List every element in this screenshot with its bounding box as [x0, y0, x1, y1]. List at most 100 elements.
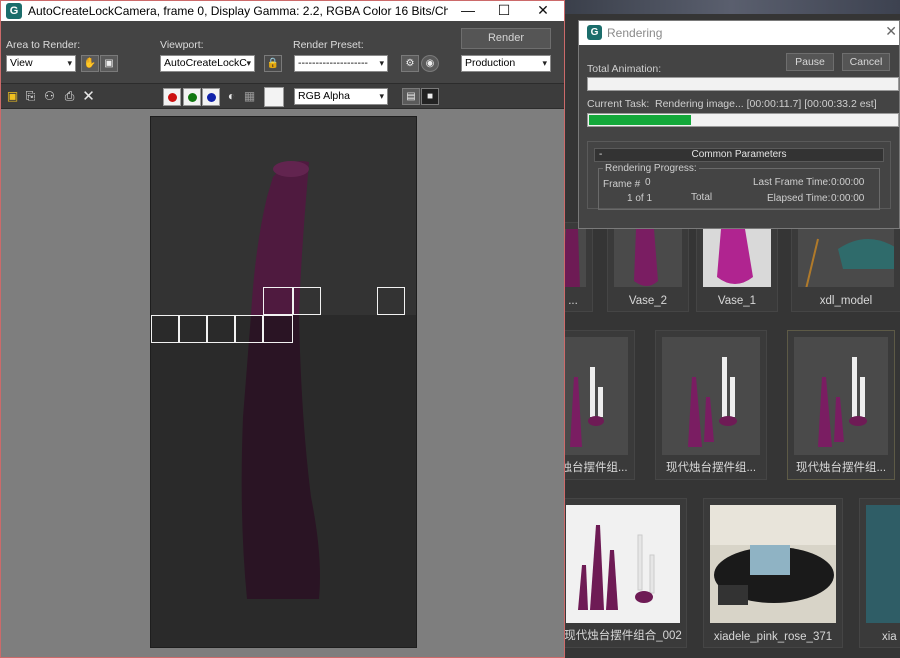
chevron-down-icon: ▾ — [379, 91, 384, 101]
current-task-progress — [587, 113, 899, 127]
render-window-title: AutoCreateLockCamera, frame 0, Display G… — [28, 4, 448, 18]
chevron-down-icon: ▾ — [379, 58, 384, 68]
maximize-button[interactable]: ☐ — [486, 1, 522, 21]
asset-preview — [798, 229, 894, 287]
minimize-button[interactable]: — — [450, 1, 486, 21]
asset-caption: xdl_model — [819, 295, 873, 307]
green-channel-toggle[interactable] — [183, 88, 201, 106]
close-button[interactable]: ✕ — [525, 1, 561, 21]
last-frame-time-label: Last Frame Time: — [753, 177, 831, 188]
render-setup-icon[interactable]: ⚙ — [401, 55, 419, 72]
asset-caption: 现代烛台摆件组... — [665, 462, 757, 474]
common-parameters-rollout: - Common Parameters Rendering Progress: … — [587, 141, 891, 210]
asset-thumbnail[interactable]: Vase_1 — [696, 222, 778, 312]
clone-icon[interactable]: ⚇ — [42, 89, 57, 104]
current-task-value: Rendering image... [00:00:11.7] [00:00:3… — [655, 98, 877, 110]
asset-caption: Vase_2 — [628, 295, 668, 307]
rendering-progress-group: Rendering Progress: Frame # 0 1 of 1 Tot… — [598, 163, 880, 210]
asset-preview — [703, 229, 771, 287]
asset-preview — [566, 505, 680, 623]
asset-caption: xiadele_pink_rose_371 — [713, 631, 833, 643]
print-icon[interactable]: ⎙ — [62, 89, 77, 104]
rendered-image — [151, 117, 416, 647]
render-button[interactable]: Render — [461, 28, 551, 49]
auto-region-icon[interactable]: ▣ — [100, 55, 118, 72]
production-dropdown[interactable]: Production ▾ — [461, 55, 551, 72]
total-animation-label: Total Animation: — [587, 63, 662, 75]
color-swatch[interactable] — [264, 87, 284, 107]
asset-preview — [866, 505, 900, 623]
environment-icon[interactable]: ◉ — [421, 55, 439, 72]
render-viewport — [1, 109, 564, 657]
chevron-down-icon: ▾ — [246, 58, 251, 68]
asset-preview — [794, 337, 888, 455]
render-bucket — [377, 287, 405, 315]
asset-thumbnail[interactable]: Vase_2 — [607, 222, 689, 312]
cancel-button[interactable]: Cancel — [842, 53, 890, 71]
toggle-overlay-icon[interactable]: ■ — [421, 88, 439, 105]
asset-preview — [662, 337, 760, 455]
rendering-dialog: G Rendering ✕ Total Animation: Pause Can… — [578, 20, 900, 229]
render-bucket — [179, 315, 207, 343]
save-icon[interactable]: ▣ — [5, 89, 20, 104]
channel-display-dropdown[interactable]: RGB Alpha ▾ — [294, 88, 388, 105]
render-frame-window: G AutoCreateLockCamera, frame 0, Display… — [0, 0, 565, 658]
close-icon[interactable]: ✕ — [885, 23, 897, 40]
asset-caption: 烛台摆件组... — [560, 462, 628, 474]
asset-caption: 现代烛台摆件组... — [795, 462, 887, 474]
blue-channel-toggle[interactable] — [202, 88, 220, 106]
copy-icon[interactable]: ⎘ — [23, 89, 38, 104]
render-bucket — [293, 287, 321, 315]
mono-icon[interactable]: ▦ — [242, 89, 257, 104]
asset-thumbnail[interactable]: 现代烛台摆件组合_002 — [559, 498, 687, 648]
render-bucket — [207, 315, 235, 343]
viewport-value: AutoCreateLockC — [164, 57, 247, 69]
asset-thumbnail[interactable]: 现代烛台摆件组... — [655, 330, 767, 480]
pause-button[interactable]: Pause — [786, 53, 834, 71]
asset-thumbnail[interactable]: 烛台摆件组... — [553, 330, 635, 480]
rendered-frame — [150, 116, 417, 648]
clear-icon[interactable]: ✕ — [81, 89, 96, 104]
total-label: Total — [691, 192, 713, 203]
viewport-label: Viewport: — [160, 39, 204, 51]
asset-thumbnail[interactable]: xdl_model — [791, 222, 900, 312]
lock-icon[interactable]: 🔒 — [264, 55, 282, 72]
viewport-dropdown[interactable]: AutoCreateLockC ▾ — [160, 55, 255, 72]
red-channel-toggle[interactable] — [163, 88, 181, 106]
asset-caption: xia — [882, 631, 897, 643]
app-icon: G — [587, 25, 602, 40]
frame-toolbar: ▣ ⎘ ⚇ ⎙ ✕ ◐ ▦ RGB Alpha ▾ ▤ ■ — [1, 83, 564, 109]
common-parameters-title: Common Parameters — [691, 149, 787, 160]
collapse-icon: - — [599, 149, 603, 160]
asset-thumbnail[interactable]: xia — [859, 498, 900, 648]
browser-top-strip — [563, 0, 900, 14]
frame-count: 1 of 1 — [627, 193, 653, 204]
render-preset-value: -------------------- — [298, 57, 368, 69]
rendering-dialog-titlebar: G Rendering ✕ — [579, 21, 899, 45]
render-window-titlebar: G AutoCreateLockCamera, frame 0, Display… — [1, 1, 564, 21]
toggle-ui-icon[interactable]: ▤ — [402, 88, 420, 105]
render-preset-dropdown[interactable]: -------------------- ▾ — [294, 55, 388, 72]
asset-thumbnail[interactable]: xiadele_pink_rose_371 — [703, 498, 843, 648]
area-to-render-value: View — [10, 57, 33, 69]
render-preset-label: Render Preset: — [293, 39, 364, 51]
total-animation-progress — [587, 77, 899, 91]
area-to-render-dropdown[interactable]: View ▾ — [6, 55, 76, 72]
asset-caption: Vase_1 — [717, 295, 757, 307]
asset-thumbnail[interactable]: 现代烛台摆件组... — [787, 330, 895, 480]
task-progress-fill — [589, 115, 691, 125]
alpha-toggle-icon[interactable]: ◐ — [224, 89, 239, 104]
common-parameters-header[interactable]: - Common Parameters — [594, 148, 884, 162]
asset-preview — [614, 229, 682, 287]
asset-preview — [710, 505, 836, 623]
rendering-progress-label: Rendering Progress: — [603, 163, 699, 174]
render-bucket — [151, 315, 179, 343]
area-to-render-label: Area to Render: — [6, 39, 81, 51]
render-bucket — [263, 315, 293, 343]
app-icon: G — [6, 3, 22, 19]
render-controls-panel: Area to Render: View ▾ ✋ ▣ Viewport: Auto… — [1, 21, 564, 83]
render-bucket — [263, 287, 293, 315]
elapsed-time-label: Elapsed Time: — [767, 193, 831, 204]
chevron-down-icon: ▾ — [67, 58, 72, 68]
edit-region-icon[interactable]: ✋ — [81, 55, 99, 72]
